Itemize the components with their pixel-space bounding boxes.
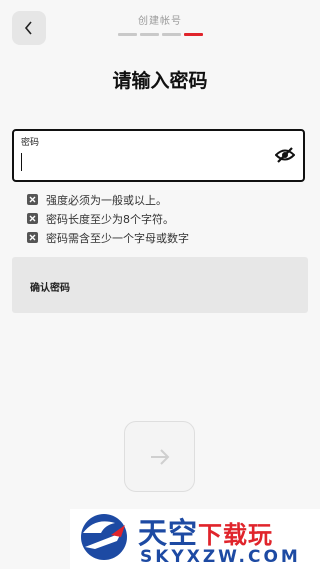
x-box-icon bbox=[27, 232, 38, 243]
watermark-name-blue: 天空 bbox=[138, 516, 199, 550]
watermark-url: SKYXZW.COM bbox=[140, 547, 301, 567]
site-logo bbox=[81, 514, 127, 560]
x-box-icon bbox=[27, 213, 38, 224]
progress-segment bbox=[140, 33, 159, 36]
next-button[interactable] bbox=[124, 421, 195, 492]
watermark-name-red: 下载玩 bbox=[198, 521, 274, 549]
rule-item: 密码需含至少一个字母或数字 bbox=[27, 228, 189, 247]
step-title: 创建帐号 bbox=[138, 16, 182, 27]
arrow-right-icon bbox=[150, 448, 169, 465]
page-title: 请输入密码 bbox=[112, 70, 208, 92]
password-label: 密码 bbox=[21, 138, 40, 148]
eye-off-icon bbox=[274, 147, 296, 163]
site-watermark: 天空下载玩 SKYXZW.COM bbox=[70, 509, 320, 569]
x-box-icon bbox=[27, 194, 38, 205]
confirm-password-label: 确认密码 bbox=[30, 283, 70, 294]
progress-segment-active bbox=[184, 33, 203, 36]
progress-indicator bbox=[118, 33, 203, 36]
rule-item: 强度必须为一般或以上。 bbox=[27, 190, 189, 209]
password-rules: 强度必须为一般或以上。 密码长度至少为8个字符。 密码需含至少一个字母或数字 bbox=[27, 190, 189, 247]
progress-segment bbox=[118, 33, 137, 36]
rule-text: 密码长度至少为8个字符。 bbox=[46, 212, 174, 226]
rule-text: 密码需含至少一个字母或数字 bbox=[46, 231, 189, 245]
password-field[interactable]: 密码 bbox=[12, 129, 305, 182]
rule-text: 强度必须为一般或以上。 bbox=[46, 193, 167, 207]
toggle-visibility-button[interactable] bbox=[274, 147, 296, 163]
text-cursor bbox=[21, 153, 22, 171]
watermark-name: 天空下载玩 bbox=[138, 510, 273, 552]
confirm-password-field[interactable]: 确认密码 bbox=[12, 257, 308, 313]
progress-segment bbox=[162, 33, 181, 36]
rule-item: 密码长度至少为8个字符。 bbox=[27, 209, 189, 228]
